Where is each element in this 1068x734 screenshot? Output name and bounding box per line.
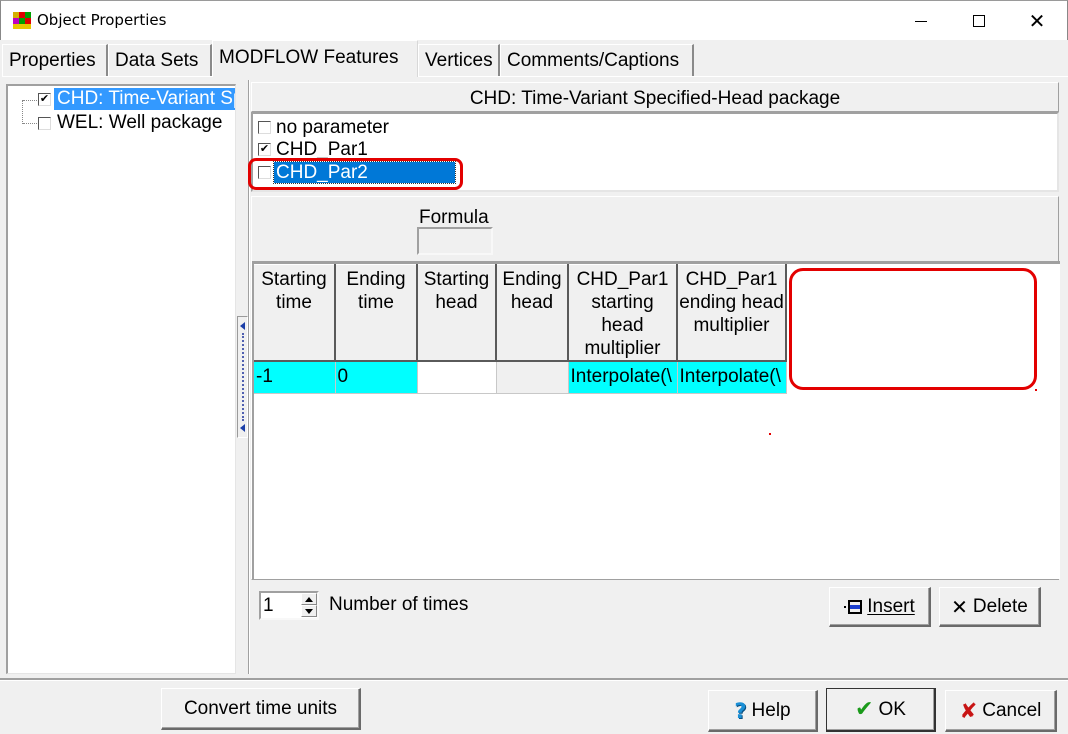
parameter-label: CHD_Par1 — [276, 138, 368, 160]
tab-data-sets[interactable]: Data Sets — [108, 44, 212, 76]
x-icon: ✕ — [951, 594, 968, 619]
tree-item-label: WEL: Well package — [57, 112, 223, 133]
tab-properties[interactable]: Properties — [2, 44, 108, 76]
checkbox-chd-par2[interactable] — [258, 165, 271, 179]
number-of-times-label: Number of times — [329, 594, 469, 615]
cell-par1-starting-multiplier[interactable]: Interpolate(\ — [568, 361, 678, 394]
checkbox-chd[interactable]: ✔ — [38, 92, 51, 106]
insert-label: Insert — [867, 595, 915, 617]
collapse-left-arrow-icon — [240, 424, 245, 432]
data-table: Starting time Ending time Starting head … — [254, 264, 787, 394]
title-bar: Object Properties ✕ — [0, 0, 1068, 40]
column-header-ending-time[interactable]: Ending time — [335, 264, 418, 362]
tree-item-chd[interactable]: ✔ CHD: Time-Variant Specified-Head packa… — [38, 88, 235, 110]
collapse-left-arrow-icon — [240, 322, 245, 330]
help-label: Help — [751, 699, 791, 721]
ok-label: OK — [878, 698, 906, 720]
number-of-times-spinner[interactable] — [259, 591, 319, 620]
question-mark-icon: ? — [734, 698, 747, 723]
cancel-label: Cancel — [982, 699, 1042, 721]
checkmark-icon: ✔ — [855, 697, 874, 722]
column-header-starting-head[interactable]: Starting head — [417, 264, 497, 362]
spin-up-button[interactable] — [301, 593, 317, 605]
cell-par1-ending-multiplier[interactable]: Interpolate(\ — [677, 361, 787, 394]
red-x-icon: ✘ — [959, 698, 978, 723]
tree-item-label: CHD: Time-Variant Specified-Head package — [54, 88, 235, 110]
column-header-starting-time[interactable]: Starting time — [254, 264, 336, 362]
convert-time-units-button[interactable]: Convert time units — [161, 688, 361, 730]
parameter-label: CHD_Par2 — [273, 160, 456, 184]
tab-bar: Properties Data Sets MODFLOW Features Ve… — [2, 40, 1068, 78]
ok-button[interactable]: ✔ OK — [826, 688, 936, 732]
cell-ending-head[interactable] — [496, 361, 569, 394]
tab-comments-captions[interactable]: Comments/Captions — [500, 44, 694, 76]
tree-connector — [23, 123, 39, 124]
cell-starting-time[interactable]: -1 — [254, 361, 336, 394]
cell-starting-head[interactable] — [417, 361, 497, 394]
column-header-par1-starting-multiplier[interactable]: CHD_Par1 starting head multiplier — [568, 264, 678, 362]
tree-connector — [22, 100, 23, 124]
insert-button[interactable]: Insert — [829, 587, 931, 627]
window-title: Object Properties — [37, 11, 167, 29]
parameter-item-chd-par1[interactable]: ✔ CHD_Par1 — [258, 138, 370, 160]
arrow-up-icon — [305, 596, 313, 602]
formula-input[interactable] — [417, 227, 493, 255]
header-row: Starting time Ending time Starting head … — [254, 264, 787, 362]
parameter-label: no parameter — [276, 116, 390, 138]
package-tree[interactable]: ✔ CHD: Time-Variant Specified-Head packa… — [6, 84, 236, 674]
column-header-ending-head[interactable]: Ending head — [496, 264, 569, 362]
insert-row-icon — [844, 599, 863, 614]
annotation-mark — [1035, 389, 1037, 391]
cancel-button[interactable]: ✘ Cancel — [945, 690, 1057, 732]
checkbox-no-parameter[interactable] — [258, 120, 271, 134]
table-row: -1 0 Interpolate(\ Interpolate(\ — [254, 361, 787, 394]
arrow-down-icon — [305, 608, 313, 614]
tab-divider — [2, 76, 1068, 78]
parameter-item-none[interactable]: no parameter — [258, 116, 391, 138]
spin-down-button[interactable] — [301, 605, 317, 617]
panel-splitter[interactable] — [237, 316, 248, 438]
package-header: CHD: Time-Variant Specified-Head package — [251, 82, 1059, 112]
checkbox-chd-par1[interactable]: ✔ — [258, 142, 271, 156]
time-data-grid[interactable]: Starting time Ending time Starting head … — [252, 261, 1060, 579]
app-icon — [13, 12, 31, 29]
close-button[interactable]: ✕ — [1008, 1, 1066, 41]
tree-connector — [23, 100, 39, 101]
minimize-button[interactable] — [892, 1, 950, 41]
minimize-icon — [915, 20, 927, 22]
checkbox-wel[interactable] — [38, 116, 51, 130]
column-header-par1-ending-multiplier[interactable]: CHD_Par1 ending head multiplier — [677, 264, 787, 362]
help-button[interactable]: ? Help — [708, 690, 818, 732]
time-grid-panel: Formula Starting time Ending time Starti… — [251, 196, 1060, 580]
maximize-button[interactable] — [950, 1, 1008, 41]
delete-label: Delete — [972, 595, 1028, 617]
formula-label: Formula — [419, 207, 489, 228]
tree-item-wel[interactable]: WEL: Well package — [38, 112, 225, 134]
maximize-icon — [973, 15, 985, 27]
splitter-grip — [242, 333, 244, 421]
number-of-times-input[interactable] — [263, 595, 299, 617]
cell-ending-time[interactable]: 0 — [335, 361, 418, 394]
delete-button[interactable]: ✕ Delete — [939, 587, 1041, 627]
divider — [248, 80, 250, 674]
tab-vertices[interactable]: Vertices — [418, 44, 500, 76]
close-icon: ✕ — [1028, 9, 1046, 33]
footer-divider — [0, 678, 1068, 681]
annotation-mark — [769, 433, 771, 435]
parameter-item-chd-par2[interactable]: CHD_Par2 — [258, 160, 456, 184]
tab-modflow-features[interactable]: MODFLOW Features — [212, 40, 418, 77]
parameter-list[interactable]: no parameter ✔ CHD_Par1 CHD_Par2 — [251, 112, 1059, 192]
